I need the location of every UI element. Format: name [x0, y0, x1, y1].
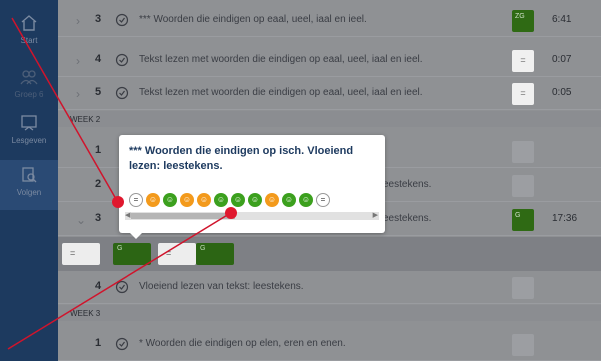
- lesson-title: eestekens.: [383, 179, 432, 190]
- progress-circle[interactable]: ☺: [299, 193, 313, 207]
- popover-scrollbar[interactable]: ◀ ▶: [125, 212, 379, 220]
- table-row[interactable]: › 4 Tekst lezen met woorden die eindigen…: [58, 44, 601, 77]
- lesson-title: eestekens.: [383, 213, 432, 224]
- week-header: WEEK 2: [58, 111, 601, 127]
- sidebar-item-label: Lesgeven: [11, 136, 47, 145]
- clock-check-icon: [115, 280, 129, 294]
- lesson-title: * Woorden die eindigen op elen, eren en …: [139, 338, 346, 349]
- row-number: 3: [95, 13, 102, 25]
- popover-title: *** Woorden die eindigen op isch. Vloeie…: [129, 145, 354, 172]
- progress-circle[interactable]: ☺: [214, 193, 228, 207]
- progress-circle[interactable]: ☺: [282, 193, 296, 207]
- clock-check-icon: [115, 337, 129, 351]
- sidebar-item-group[interactable]: Groep 6: [0, 68, 58, 118]
- table-row[interactable]: › 3 *** Woorden die eindigen op eaal, ue…: [58, 4, 601, 37]
- row-number: 4: [95, 280, 102, 292]
- status-badge[interactable]: [512, 277, 534, 299]
- progress-circle[interactable]: ☺: [146, 193, 160, 207]
- row-number: 5: [95, 86, 102, 98]
- table-row[interactable]: › 5 Tekst lezen met woorden die eindigen…: [58, 77, 601, 110]
- table-row[interactable]: 4 Vloeiend lezen van tekst: leestekens.: [58, 271, 601, 304]
- group-icon: [20, 70, 38, 85]
- sidebar-item-label: Volgen: [16, 188, 42, 197]
- row-number: 2: [95, 178, 102, 190]
- home-icon: [21, 15, 37, 31]
- expanded-results: = G = G: [58, 237, 601, 271]
- row-number: 1: [95, 144, 102, 156]
- duration: 6:41: [552, 14, 572, 25]
- row-number: 1: [95, 337, 102, 349]
- clock-check-icon: [115, 13, 129, 27]
- duration: 17:36: [552, 213, 578, 224]
- scroll-left-icon[interactable]: ◀: [125, 211, 130, 219]
- chevron-right-icon[interactable]: ›: [76, 87, 80, 101]
- week-header: WEEK 3: [58, 305, 601, 321]
- progress-circle[interactable]: ☺: [197, 193, 211, 207]
- status-badge[interactable]: [512, 141, 534, 163]
- status-badge[interactable]: [512, 334, 534, 356]
- progress-circle[interactable]: ☺: [231, 193, 245, 207]
- duration: 0:05: [552, 87, 572, 98]
- progress-circle[interactable]: =: [129, 193, 143, 207]
- status-badge[interactable]: [512, 175, 534, 197]
- lesson-popover: *** Woorden die eindigen op isch. Vloeie…: [119, 135, 385, 239]
- sidebar-item-start[interactable]: Start: [0, 14, 58, 64]
- sidebar: Start Groep 6 Lesgeven Volgen: [0, 0, 58, 361]
- progress-circle[interactable]: ☺: [180, 193, 194, 207]
- result-box[interactable]: =: [158, 243, 196, 265]
- sidebar-item-lesgeven[interactable]: Lesgeven: [0, 114, 58, 164]
- teach-icon: [21, 115, 37, 131]
- result-box[interactable]: =: [62, 243, 100, 265]
- clock-check-icon: [115, 86, 129, 100]
- status-badge[interactable]: =: [512, 50, 534, 72]
- table-row[interactable]: 1 * Woorden die eindigen op elen, eren e…: [58, 328, 601, 361]
- result-box[interactable]: G: [113, 243, 151, 265]
- popover-arrow: [129, 232, 143, 239]
- lesson-title: *** Woorden die eindigen op eaal, ueel, …: [139, 14, 367, 25]
- scroll-right-icon[interactable]: ▶: [373, 211, 378, 219]
- chevron-down-icon[interactable]: ⌄: [76, 213, 86, 227]
- lesson-title: Tekst lezen met woorden die eindigen op …: [139, 87, 423, 98]
- chevron-right-icon[interactable]: ›: [76, 54, 80, 68]
- sidebar-item-label: Start: [20, 36, 38, 45]
- progress-circle[interactable]: ☺: [248, 193, 262, 207]
- progress-circle[interactable]: ☺: [265, 193, 279, 207]
- chevron-right-icon[interactable]: ›: [76, 14, 80, 28]
- sidebar-item-volgen[interactable]: Volgen: [0, 160, 58, 210]
- scrollbar-thumb[interactable]: [131, 213, 235, 219]
- row-number: 4: [95, 53, 102, 65]
- status-badge[interactable]: G: [512, 209, 534, 231]
- row-number: 3: [95, 212, 102, 224]
- sidebar-item-label: Groep 6: [14, 90, 44, 99]
- result-box[interactable]: G: [196, 243, 234, 265]
- clock-check-icon: [115, 53, 129, 67]
- follow-icon: [22, 167, 37, 183]
- lesson-title: Tekst lezen met woorden die eindigen op …: [139, 54, 423, 65]
- status-badge[interactable]: =: [512, 83, 534, 105]
- lesson-title: Vloeiend lezen van tekst: leestekens.: [139, 281, 304, 292]
- duration: 0:07: [552, 54, 572, 65]
- progress-circle[interactable]: ☺: [163, 193, 177, 207]
- status-badge[interactable]: ZG: [512, 10, 534, 32]
- progress-circle[interactable]: =: [316, 193, 330, 207]
